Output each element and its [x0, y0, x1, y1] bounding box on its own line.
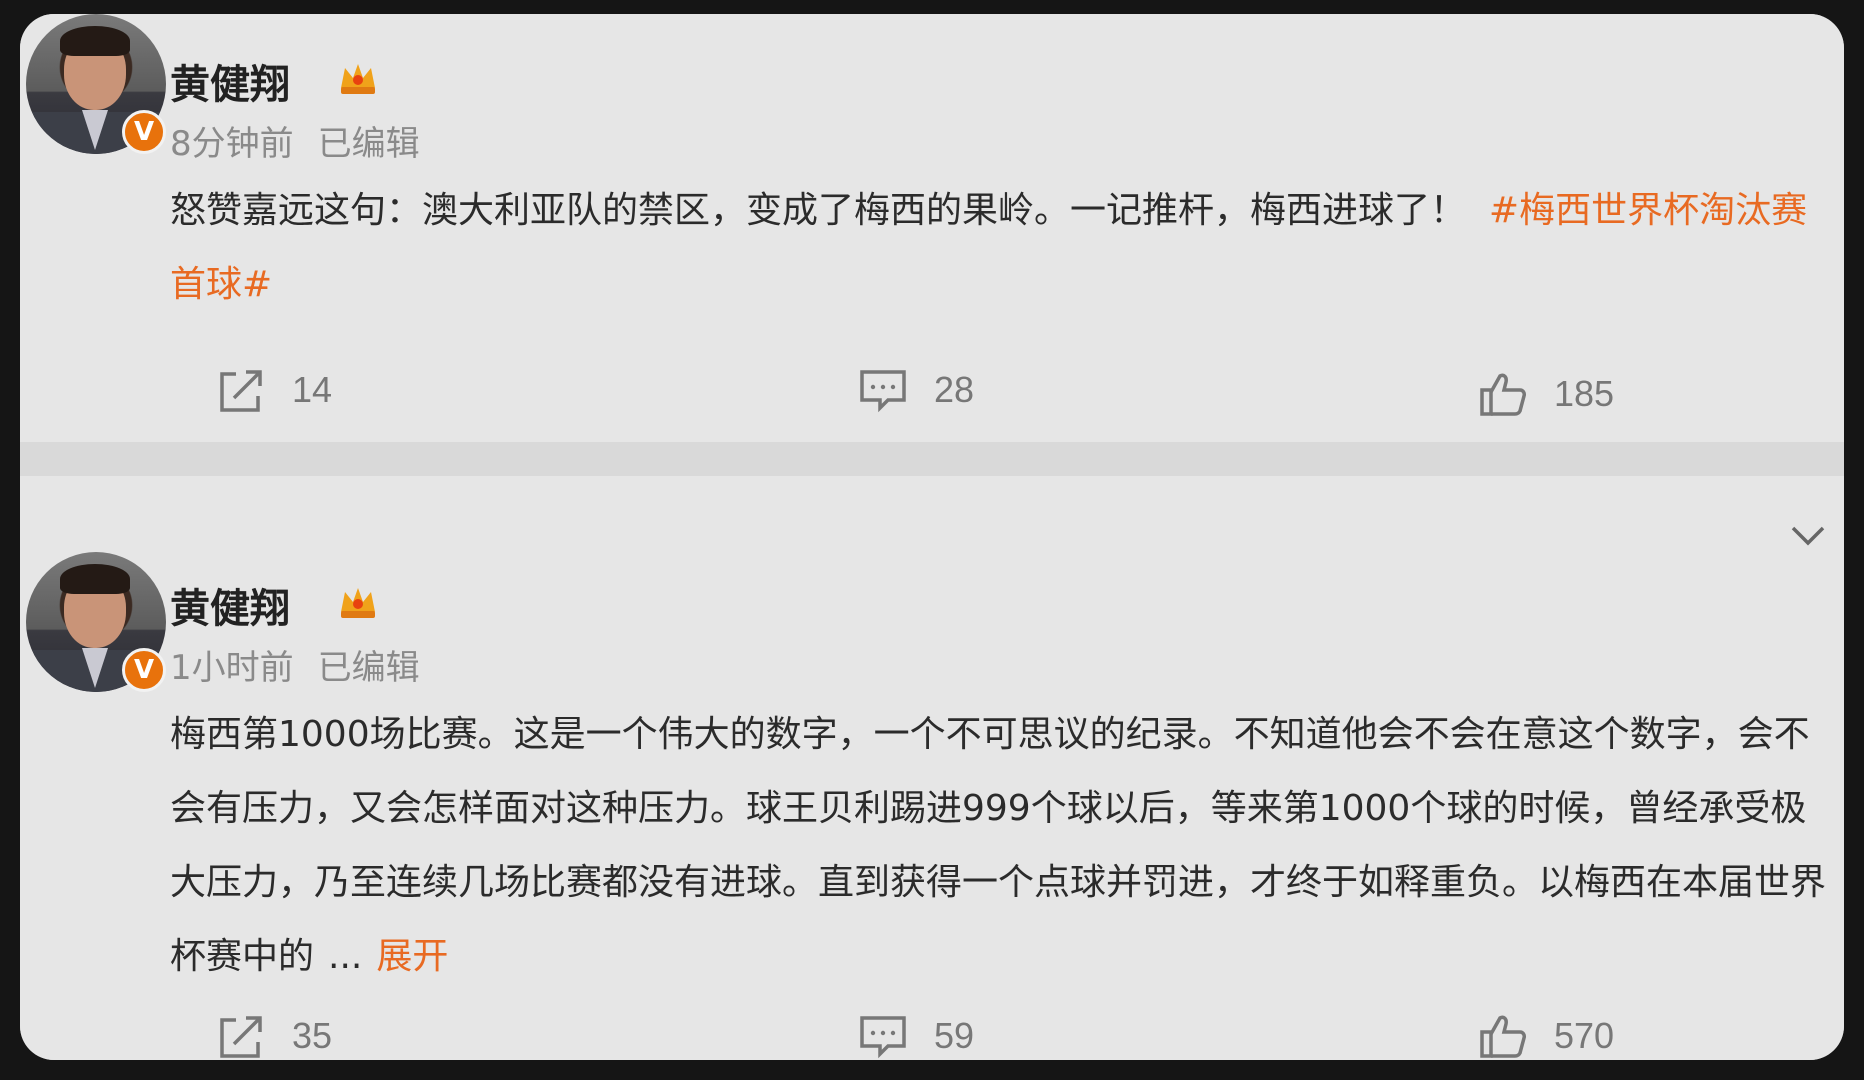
post-time: 8分钟前: [170, 124, 294, 164]
post-meta: 8分钟前 已编辑: [170, 116, 420, 165]
edited-label: 已编辑: [317, 124, 420, 164]
author-name[interactable]: 黄健翔: [170, 576, 290, 634]
post-card[interactable]: V 黄健翔 1小时前 已编辑 梅西第1000场比赛。这是一个伟大的数字，一个不可思…: [20, 476, 1844, 1060]
repost-count: 35: [292, 1015, 333, 1056]
like-count: 570: [1554, 1015, 1615, 1056]
post-content: 梅西第1000场比赛。这是一个伟大的数字，一个不可思议的纪录。不知道他会不会在意…: [170, 698, 1840, 994]
expand-link[interactable]: 展开: [376, 936, 448, 977]
repost-icon: [220, 370, 262, 412]
repost-icon: [220, 1016, 262, 1058]
avatar-hair: [60, 26, 130, 56]
chevron-down-icon[interactable]: [1790, 524, 1826, 548]
crown-icon: [341, 64, 375, 94]
avatar-hair: [60, 564, 130, 594]
post-divider: [20, 442, 1844, 476]
repost-button[interactable]: 14: [216, 366, 332, 414]
like-button[interactable]: 570: [1478, 1012, 1614, 1060]
verified-badge: V: [122, 110, 166, 154]
device-frame: V 黄健翔 8分钟前 已编辑 怒赞嘉远这句：澳大利亚队的禁区，变成了梅西的果岭。一…: [0, 0, 1864, 1080]
comment-button[interactable]: 28: [858, 366, 974, 414]
post-time: 1小时前: [170, 648, 294, 688]
crown-icon: [341, 588, 375, 618]
post-content: 怒赞嘉远这句：澳大利亚队的禁区，变成了梅西的果岭。一记推杆，梅西进球了！ #梅西…: [170, 174, 1840, 322]
like-count: 185: [1554, 373, 1615, 414]
like-icon: [1480, 1015, 1526, 1058]
edited-label: 已编辑: [317, 648, 420, 688]
like-icon: [1480, 373, 1526, 416]
comment-count: 28: [934, 369, 975, 410]
repost-count: 14: [292, 369, 333, 410]
comment-count: 59: [934, 1015, 975, 1056]
post-text: 怒赞嘉远这句：澳大利亚队的禁区，变成了梅西的果岭。一记推杆，梅西进球了！: [170, 190, 1467, 231]
comment-icon: [860, 370, 906, 413]
verified-badge: V: [122, 648, 166, 692]
post-card[interactable]: V 黄健翔 8分钟前 已编辑 怒赞嘉远这句：澳大利亚队的禁区，变成了梅西的果岭。一…: [20, 14, 1844, 442]
repost-button[interactable]: 35: [216, 1012, 332, 1060]
post-meta: 1小时前 已编辑: [170, 640, 420, 689]
like-button[interactable]: 185: [1478, 370, 1614, 418]
author-name[interactable]: 黄健翔: [170, 52, 290, 110]
comment-button[interactable]: 59: [858, 1012, 974, 1060]
feed-screen: V 黄健翔 8分钟前 已编辑 怒赞嘉远这句：澳大利亚队的禁区，变成了梅西的果岭。一…: [20, 14, 1844, 1060]
comment-icon: [860, 1016, 906, 1059]
ellipsis: ...: [328, 936, 363, 977]
